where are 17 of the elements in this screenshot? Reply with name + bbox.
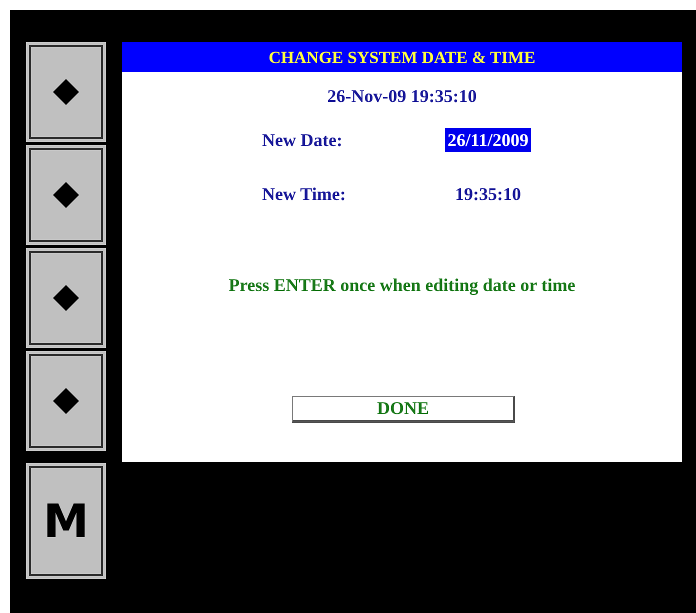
menu-button[interactable]: M <box>26 463 106 579</box>
diamond-icon <box>53 79 79 105</box>
hint-text: Press ENTER once when editing date or time <box>228 275 576 296</box>
field-value[interactable]: 19:35:10 <box>453 182 523 206</box>
side-button[interactable] <box>26 42 106 142</box>
dialog-title: CHANGE SYSTEM DATE & TIME <box>122 42 682 72</box>
diamond-icon <box>53 285 79 311</box>
current-datetime: 26-Nov-09 19:35:10 <box>326 86 478 107</box>
done-button[interactable]: DONE <box>292 396 515 423</box>
field-value[interactable]: 26/11/2009 <box>445 128 530 152</box>
side-button[interactable] <box>26 351 106 451</box>
field-label: New Time: <box>262 184 347 204</box>
diamond-icon <box>53 182 79 208</box>
side-button[interactable] <box>26 248 106 348</box>
field-label: New Date: <box>262 130 344 150</box>
diamond-icon <box>53 388 79 414</box>
side-button[interactable] <box>26 145 106 245</box>
